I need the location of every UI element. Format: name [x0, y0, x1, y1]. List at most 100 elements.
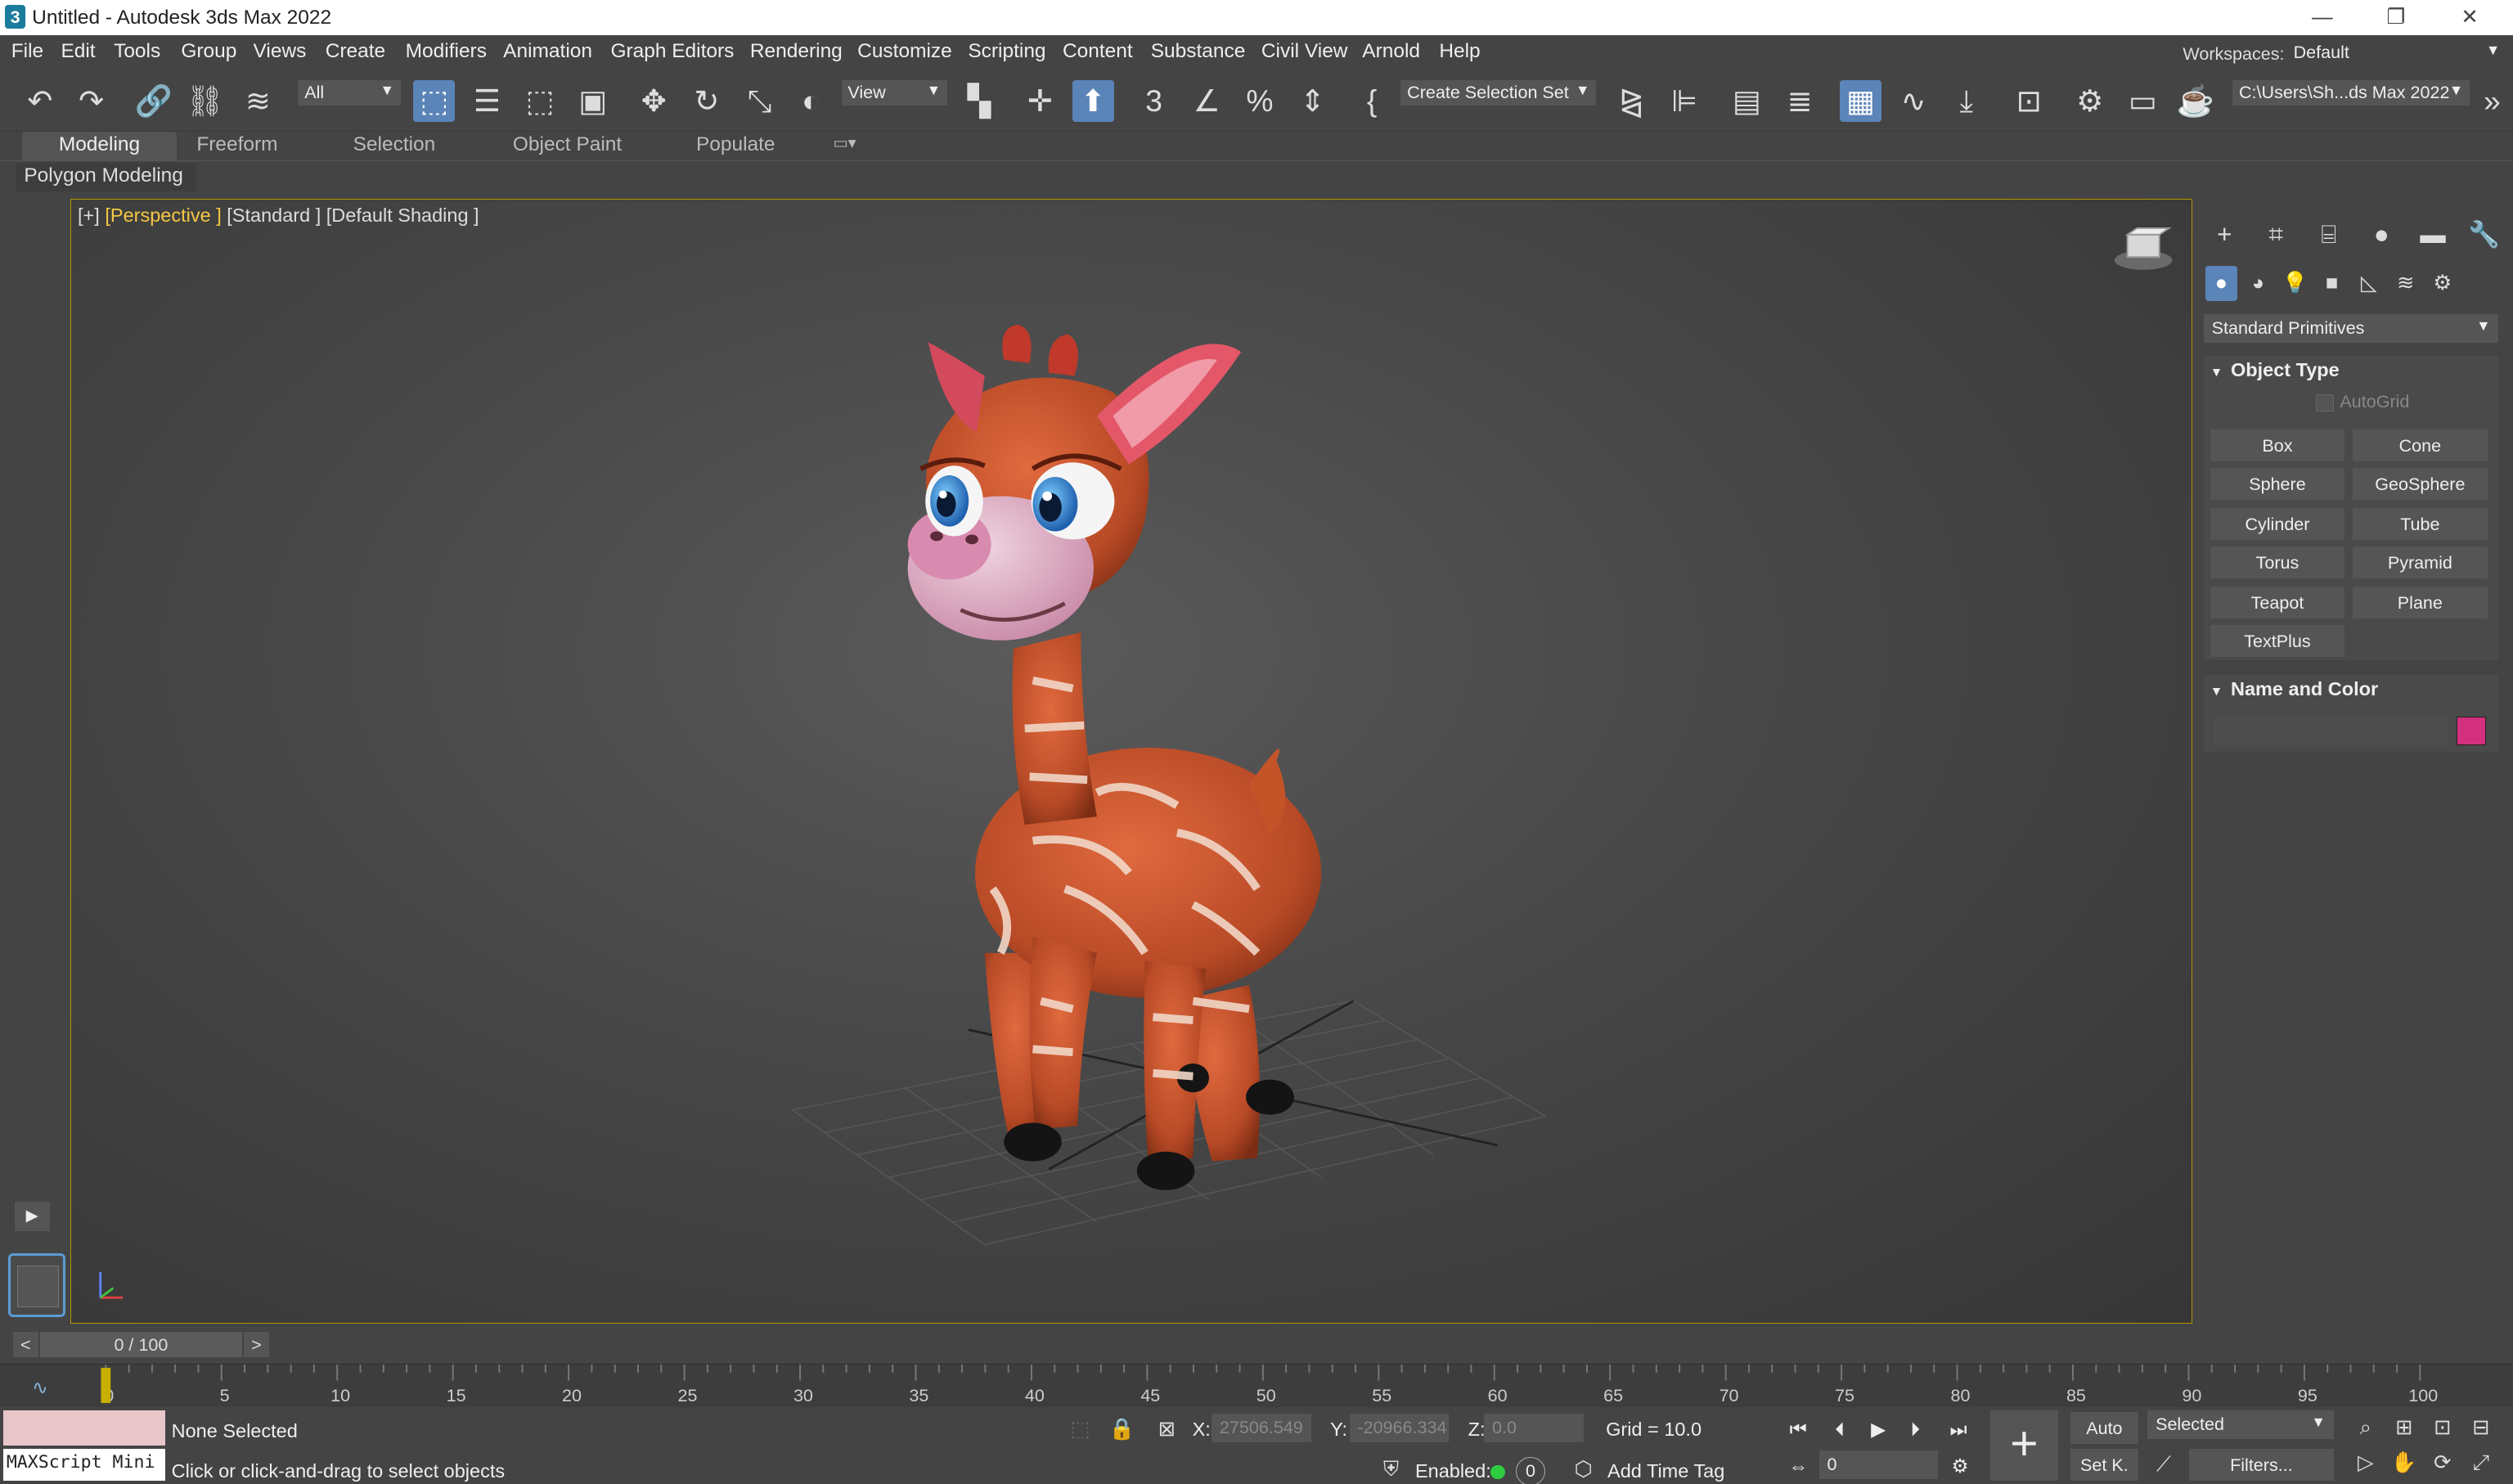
snaps-toggle-icon[interactable]: 3: [1133, 80, 1175, 122]
plane-button[interactable]: Plane: [2353, 587, 2488, 619]
pan-view-icon[interactable]: ✋: [2388, 1447, 2420, 1479]
torus-button[interactable]: Torus: [2210, 546, 2345, 579]
dope-sheet-icon[interactable]: ⤓: [1945, 80, 1987, 122]
move-icon[interactable]: ✥: [633, 80, 675, 122]
maxscript-listener-output[interactable]: [2, 1410, 165, 1446]
zoom-extents-all-icon[interactable]: ⊟: [2465, 1412, 2497, 1444]
tab-freeform[interactable]: Freeform: [177, 132, 299, 160]
menu-substance[interactable]: Substance: [1151, 40, 1246, 63]
lights-icon[interactable]: 💡: [2279, 266, 2311, 301]
menu-content[interactable]: Content: [1063, 40, 1133, 63]
maxscript-mini-input[interactable]: MAXScript Mini: [2, 1449, 165, 1482]
space-warps-icon[interactable]: ≋: [2389, 266, 2421, 301]
restore-button[interactable]: ❐: [2359, 0, 2433, 35]
key-mode-dropdown[interactable]: Selected ▼: [2147, 1410, 2334, 1440]
keyboard-shortcut-override-icon[interactable]: ⬆: [1072, 79, 1114, 122]
modify-panel-icon[interactable]: ⌗: [2257, 215, 2295, 254]
expand-layouts-icon[interactable]: ▶: [14, 1202, 50, 1231]
unlink-icon[interactable]: ⛓: [184, 80, 226, 122]
zoom-icon[interactable]: ⌕: [2349, 1412, 2381, 1444]
redo-icon[interactable]: ↷: [70, 80, 112, 122]
y-coordinate-field[interactable]: -20966.334: [1349, 1413, 1450, 1443]
absolute-mode-icon[interactable]: ⊠: [1151, 1414, 1183, 1446]
box-button[interactable]: Box: [2210, 429, 2345, 462]
polygon-modeling-panel[interactable]: Polygon Modeling: [16, 162, 196, 192]
z-coordinate-field[interactable]: 0.0: [1484, 1413, 1584, 1443]
menu-arnold[interactable]: Arnold: [1362, 40, 1420, 63]
helpers-icon[interactable]: ◺: [2353, 266, 2385, 301]
geometry-icon[interactable]: ●: [2205, 266, 2237, 302]
cone-button[interactable]: Cone: [2353, 429, 2488, 462]
select-object-icon[interactable]: ⬚: [413, 79, 456, 122]
toggle-ribbon-icon[interactable]: ▦: [1840, 79, 1882, 122]
object-type-rollout-header[interactable]: ▼ Object Type: [2203, 355, 2499, 385]
sphere-button[interactable]: Sphere: [2210, 468, 2345, 501]
menu-animation[interactable]: Animation: [503, 40, 592, 63]
zoom-all-icon[interactable]: ⊞: [2388, 1412, 2420, 1444]
auto-key-button[interactable]: Auto: [2070, 1412, 2138, 1445]
menu-views[interactable]: Views: [254, 40, 307, 63]
time-configuration-icon[interactable]: ⚙: [1943, 1452, 1978, 1481]
systems-icon[interactable]: ⚙: [2426, 266, 2458, 301]
rendered-frame-window-icon[interactable]: ▭: [2122, 80, 2164, 122]
time-config-icon[interactable]: ⇔: [1781, 1452, 1816, 1481]
key-tangent-icon[interactable]: ⟋: [2147, 1449, 2179, 1481]
cameras-icon[interactable]: ■: [2316, 266, 2348, 301]
field-of-view-icon[interactable]: ▷: [2349, 1447, 2381, 1479]
menu-edit[interactable]: Edit: [61, 40, 95, 63]
pivot-center-icon[interactable]: ▚: [959, 80, 1000, 122]
display-panel-icon[interactable]: ▬: [2414, 215, 2452, 254]
select-by-name-icon[interactable]: ☰: [466, 80, 508, 122]
scale-icon[interactable]: ⤡: [739, 80, 780, 122]
align-icon[interactable]: ⊫: [1664, 80, 1706, 122]
rotate-icon[interactable]: ↻: [686, 80, 728, 122]
menu-modifiers[interactable]: Modifiers: [406, 40, 487, 63]
link-icon[interactable]: 🔗: [133, 80, 175, 122]
play-icon[interactable]: ▶: [1861, 1415, 1896, 1444]
time-slider-thumb[interactable]: 0 / 100: [39, 1332, 242, 1358]
render-setup-icon[interactable]: ⚙: [2069, 80, 2111, 122]
tab-populate[interactable]: Populate: [677, 132, 795, 160]
window-crossing-icon[interactable]: ▣: [572, 80, 614, 122]
ribbon-options-icon[interactable]: ▭▾: [820, 132, 869, 160]
cylinder-button[interactable]: Cylinder: [2210, 508, 2345, 541]
utilities-panel-icon[interactable]: 🔧: [2465, 215, 2503, 254]
render-production-icon[interactable]: ☕: [2175, 80, 2217, 122]
selection-set-dropdown[interactable]: Create Selection Set ▼: [1400, 79, 1597, 106]
orbit-icon[interactable]: ⟳: [2426, 1447, 2458, 1479]
zoom-extents-icon[interactable]: ⊡: [2426, 1412, 2458, 1444]
primitive-category-dropdown[interactable]: Standard Primitives ▼: [2203, 313, 2499, 344]
go-to-end-icon[interactable]: ⏭: [1941, 1415, 1976, 1444]
angle-snap-icon[interactable]: ∠: [1186, 80, 1228, 122]
menu-civil-view[interactable]: Civil View: [1261, 40, 1348, 63]
time-tag-icon[interactable]: ⬡: [1567, 1454, 1599, 1484]
curve-editor-icon[interactable]: ∿: [1893, 80, 1935, 122]
name-and-color-rollout-header[interactable]: ▼ Name and Color: [2203, 674, 2499, 704]
tab-modeling[interactable]: Modeling: [22, 131, 177, 160]
create-panel-icon[interactable]: +: [2205, 215, 2244, 254]
layer-explorer-icon[interactable]: ≣: [1779, 80, 1821, 122]
viewport-layout-thumbnail[interactable]: [7, 1253, 66, 1318]
motion-panel-icon[interactable]: ●: [2362, 215, 2401, 254]
reference-coordinate-dropdown[interactable]: View ▼: [841, 79, 947, 106]
menu-file[interactable]: File: [11, 40, 43, 63]
menu-help[interactable]: Help: [1439, 40, 1480, 63]
shapes-icon[interactable]: ◕: [2242, 266, 2274, 301]
bind-space-warp-icon[interactable]: ≋: [237, 80, 279, 122]
undo-icon[interactable]: ↶: [20, 80, 61, 122]
menu-scripting[interactable]: Scripting: [968, 40, 1045, 63]
menu-graph-editors[interactable]: Graph Editors: [610, 40, 734, 63]
time-slider-prev-button[interactable]: <: [12, 1332, 39, 1358]
viewcube[interactable]: [2111, 225, 2175, 273]
textplus-button[interactable]: TextPlus: [2210, 625, 2345, 658]
tube-button[interactable]: Tube: [2353, 508, 2488, 541]
set-key-icon[interactable]: +: [1990, 1410, 2058, 1482]
percent-snap-icon[interactable]: %: [1239, 80, 1280, 122]
next-frame-icon[interactable]: ⏵: [1898, 1415, 1933, 1444]
tab-object-paint[interactable]: Object Paint: [493, 132, 641, 160]
set-key-button[interactable]: Set K.: [2070, 1449, 2138, 1482]
edit-named-selection-icon[interactable]: {: [1351, 80, 1393, 122]
hierarchy-panel-icon[interactable]: ⌸: [2309, 215, 2348, 254]
maximize-viewport-icon[interactable]: ⤢: [2465, 1447, 2497, 1479]
selection-lock-icon[interactable]: 🔒: [1106, 1414, 1138, 1446]
